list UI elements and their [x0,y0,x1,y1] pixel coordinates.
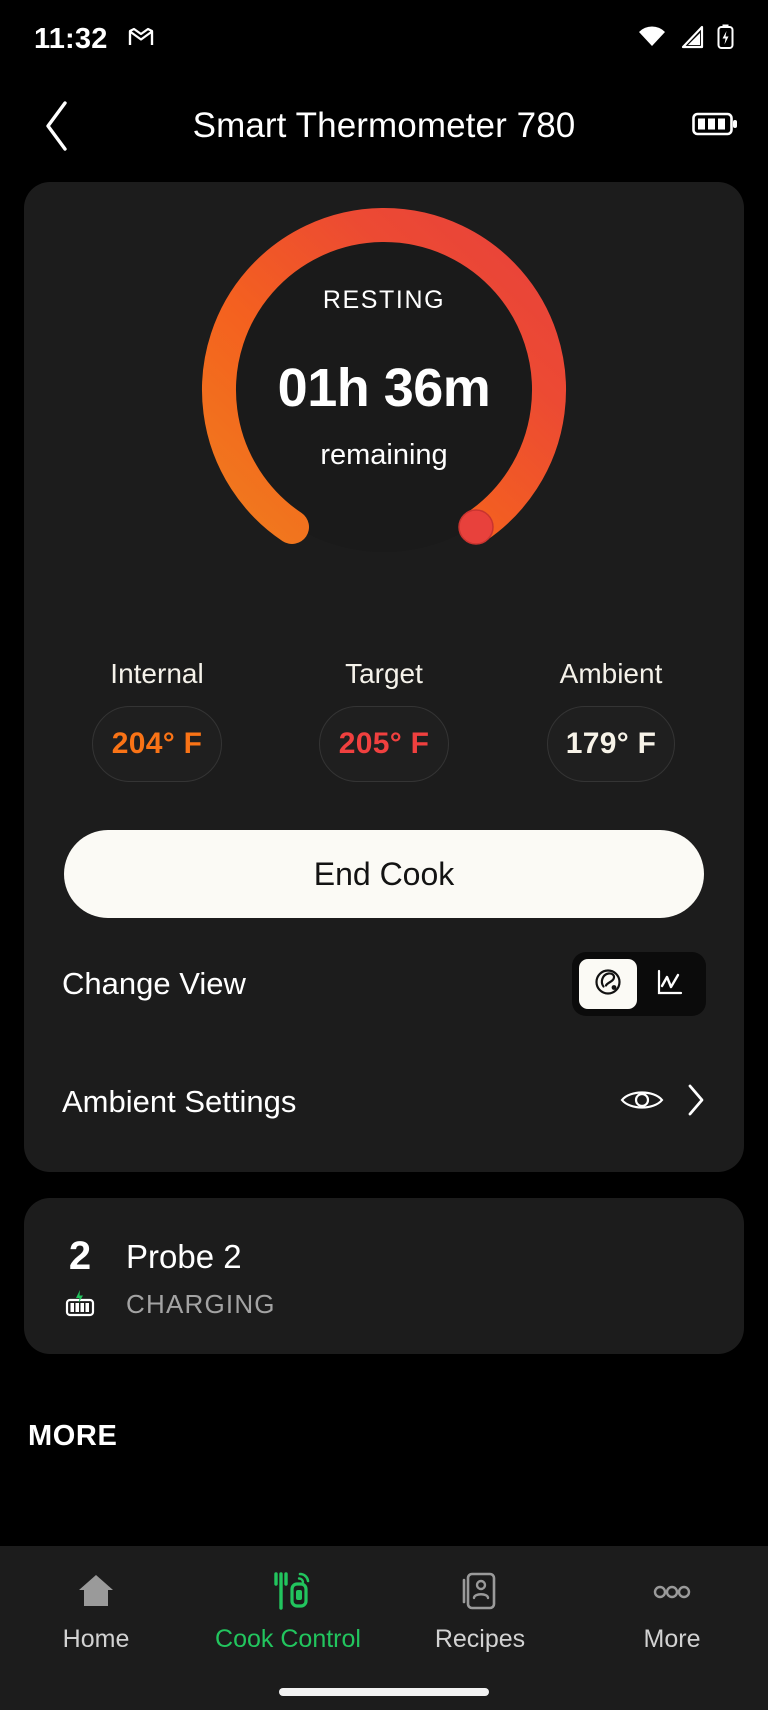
recipes-icon [460,1572,500,1615]
app-screen: 11:32 Smart Thermometer 780 RESTING 01h … [0,0,768,1710]
temperature-internal: Internal 204° F [68,658,246,782]
temperature-label: Internal [110,658,204,689]
nav-item-more[interactable]: More [576,1572,768,1654]
temperature-target: Target 205° F [295,658,473,782]
battery-charging-icon [62,1289,98,1320]
cook-status-card: RESTING 01h 36m remaining Internal 204° … [24,182,744,1172]
probe-number: 2 [68,1234,92,1278]
status-bar: 11:32 [0,0,768,78]
more-dots-icon [648,1572,696,1615]
temperature-value-pill: 204° F [92,706,222,782]
page-title: Smart Thermometer 780 [192,106,576,145]
eye-icon[interactable] [620,1086,664,1119]
temperature-readouts: Internal 204° F Target 205° F Ambient 17… [62,658,706,782]
cook-state-label: RESTING [322,286,446,314]
nav-item-recipes[interactable]: Recipes [384,1572,576,1654]
ambient-settings-row[interactable]: Ambient Settings [62,1050,706,1154]
home-indicator [279,1688,489,1696]
nav-label: Recipes [434,1625,526,1653]
line-chart-icon [655,967,685,1002]
device-battery-icon [692,109,738,144]
nav-item-home[interactable]: Home [0,1572,192,1654]
cellular-signal-icon [679,25,705,54]
nav-label: Home [62,1625,130,1653]
probe-status-text: CHARGING [126,1289,276,1319]
more-section-heading: MORE [28,1420,118,1452]
probe-name: Probe 2 [126,1237,242,1275]
view-mode-segmented-control[interactable] [572,952,706,1016]
nav-item-cook-control[interactable]: Cook Control [192,1572,384,1654]
cook-progress-gauge: RESTING 01h 36m remaining [62,182,706,602]
nav-label: More [643,1625,701,1653]
time-remaining-value: 01h 36m [277,358,491,418]
gmail-icon [128,27,154,52]
status-bar-left: 11:32 [34,23,154,56]
temperature-label: Target [345,658,423,689]
temperature-value-pill: 179° F [547,706,675,782]
end-cook-button[interactable]: End Cook [64,830,704,918]
change-view-label: Change View [62,966,246,1001]
battery-charging-icon [717,24,734,55]
status-bar-right [637,24,734,55]
temperature-label: Ambient [559,658,663,689]
ambient-settings-controls [620,1083,706,1122]
probe-header: 2 Probe 2 [62,1234,706,1279]
app-bar: Smart Thermometer 780 [0,78,768,174]
home-icon [76,1572,116,1615]
bottom-navigation-bar: Home Cook Control Recipes More [0,1546,768,1710]
ambient-settings-label: Ambient Settings [62,1084,297,1119]
back-button[interactable] [30,99,84,153]
temperature-ambient: Ambient 179° F [522,658,700,782]
probe-status-line: CHARGING [62,1289,706,1320]
probe-card[interactable]: 2 Probe 2 CHARGING [24,1198,744,1354]
status-bar-clock: 11:32 [34,22,108,55]
temperature-value-pill: 205° F [319,706,449,782]
view-mode-dial-option[interactable] [579,959,637,1009]
wifi-icon [637,25,667,54]
time-remaining-label: remaining [320,439,448,471]
gauge-center-text: RESTING 01h 36m remaining [278,286,491,472]
cook-control-icon [260,1572,316,1615]
change-view-row: Change View [62,932,706,1036]
nav-label: Cook Control [215,1625,361,1653]
view-mode-chart-option[interactable] [641,959,699,1009]
chevron-right-icon[interactable] [686,1083,706,1122]
dial-gauge-icon [593,967,623,1002]
